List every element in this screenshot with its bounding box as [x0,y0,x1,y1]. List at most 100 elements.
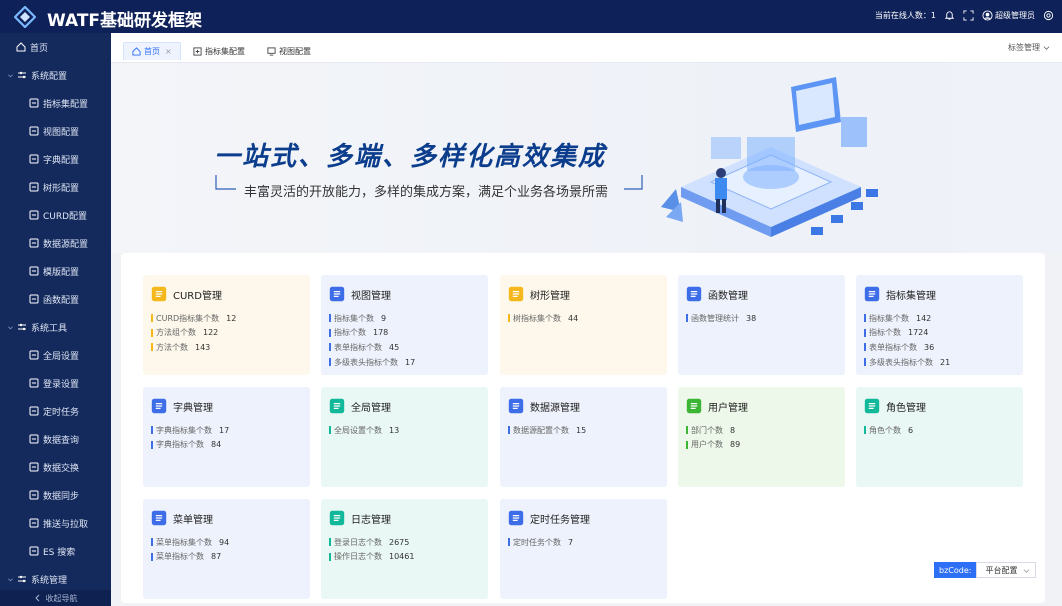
sidebar-group-label: 系统配置 [31,71,68,82]
sidebar-item[interactable]: 树形配置 [0,173,111,201]
stat-label: 定时任务个数 [513,537,561,547]
card-menu[interactable]: 菜单管理菜单指标集个数 94 菜单指标个数 87 [143,499,310,599]
sidebar-item-label: 数据查询 [43,435,80,446]
chevron-down-icon [8,74,13,77]
card-curd[interactable]: CURD管理 CURD指标集个数 12 方法组个数 122 方法个数 143 [143,275,310,375]
sidebar-item[interactable]: 推送与拉取 [0,509,111,537]
close-icon[interactable]: × [165,47,172,56]
view-icon [329,286,345,302]
stat-label: 指标集个数 [334,313,374,323]
card-title: 日志管理 [351,514,391,526]
stat-row: 字典指标集个数 17 [151,423,229,438]
sidebar-item[interactable]: 数据源配置 [0,229,111,257]
stat-label: 字典指标集个数 [156,425,212,435]
sidebar-item-label: 推送与拉取 [43,519,89,530]
top-right-toolbar: 当前在线人数：1 超级管理员 [875,10,1054,21]
stat-label: 树指标集个数 [513,313,561,323]
settings-icon[interactable] [1043,10,1054,21]
card-stats: 菜单指标集个数 94 菜单指标个数 87 [151,535,229,564]
stat-row: 指标个数 1724 [864,326,950,341]
card-dictionary[interactable]: 字典管理 字典指标集个数 17 字典指标个数 84 [143,387,310,487]
data-exchange-icon [29,462,39,472]
card-view[interactable]: 视图管理 指标集个数 9 指标个数 178 表单指标个数 45 多级表头指标个数 17 [321,275,488,375]
sidebar-item-label: ES 搜索 [43,547,76,558]
card-tree[interactable]: 树形管理 树指标集个数 44 [500,275,667,375]
sidebar-group-2[interactable]: 系统管理 [0,565,111,593]
tab-home[interactable]: 首页 × [123,42,181,60]
card-title: CURD管理 [173,290,222,302]
log-icon [329,510,345,526]
stat-value: 36 [924,342,935,352]
sidebar-group-1[interactable]: 系统工具 [0,313,111,341]
stat-label: 数据源配置个数 [513,425,569,435]
user-name: 超级管理员 [995,11,1035,20]
card-title: 视图管理 [351,290,391,302]
stat-row: 指标集个数 9 [329,311,415,326]
sidebar: 首页 系统配置指标集配置 视图配置 字典配置树形配置 CURD配置 数据源配置 模版配置函… [0,33,111,606]
stat-label: 表单指标个数 [334,342,382,352]
bzcode-select[interactable]: 平台配置 [976,562,1037,578]
stat-label: 菜单指标个数 [156,552,204,562]
stat-marker [686,314,688,323]
sidebar-item-label: 树形配置 [43,183,80,194]
bzcode-selector[interactable]: bzCode: 平台配置 [934,562,1037,578]
collapse-icon [34,594,39,602]
tab-management-menu[interactable]: 标签管理 [1008,42,1050,53]
fullscreen-icon[interactable] [963,10,974,21]
stat-marker [508,314,510,323]
tab-indicator-config[interactable]: 指标集配置 [185,42,253,60]
online-users: 当前在线人数：1 [875,10,936,21]
stat-marker [151,426,153,435]
stat-row: 指标个数 178 [329,326,415,341]
platform-illustration [661,77,878,237]
stat-row: 角色个数 6 [864,423,913,438]
stat-label: 指标集个数 [869,313,909,323]
stat-value: 44 [568,313,579,323]
sidebar-item[interactable]: 字典配置 [0,145,111,173]
sidebar-item[interactable]: ES 搜索 [0,537,111,565]
sidebar-item[interactable]: 函数配置 [0,285,111,313]
card-user[interactable]: 用户管理 部门个数 8 用户个数 89 [678,387,845,487]
user-menu[interactable]: 超级管理员 [982,10,1035,21]
home-icon [16,42,26,52]
collapse-nav-button[interactable]: 收起导航 [0,590,111,606]
banner-subtitle: 丰富灵活的开放能力，多样的集成方案，满足个业务各场景所需 [244,185,609,200]
stat-value: 15 [576,425,587,435]
sidebar-item[interactable]: 模版配置 [0,257,111,285]
sidebar-item[interactable]: 定时任务 [0,397,111,425]
stat-row: 指标集个数 142 [864,311,950,326]
card-datasource[interactable]: 数据源管理 数据源配置个数 15 [500,387,667,487]
tab-bar: 首页 × 指标集配置 视图配置 标签管理 [111,33,1062,63]
card-title: 角色管理 [886,402,926,414]
card-scheduled-task[interactable]: 定时任务管理 定时任务个数 7 [500,499,667,599]
stat-marker [151,552,153,561]
sidebar-item[interactable]: 指标集配置 [0,89,111,117]
sidebar-item[interactable]: 全局设置 [0,341,111,369]
tab-view-config[interactable]: 视图配置 [259,42,319,60]
card-header: 菜单管理 [151,510,213,526]
sidebar-item[interactable]: 登录设置 [0,369,111,397]
app-title: WATF基础研发框架 [47,11,203,31]
stat-value: 89 [730,440,741,450]
sidebar-item[interactable]: 数据查询 [0,425,111,453]
settings-list-icon [29,350,39,360]
card-stats: CURD指标集个数 12 方法组个数 122 方法个数 143 [151,311,236,355]
bell-icon[interactable] [944,10,955,21]
stat-row: 部门个数 8 [686,423,740,438]
card-global[interactable]: 全局管理 全局设置个数 13 [321,387,488,487]
sidebar-item[interactable]: 数据同步 [0,481,111,509]
sidebar-item[interactable]: CURD配置 [0,201,111,229]
sidebar-item[interactable]: 视图配置 [0,117,111,145]
sidebar-item-home[interactable]: 首页 [0,33,111,61]
sidebar-item-label: 首页 [30,43,49,54]
card-function[interactable]: 函数管理 函数管理统计 38 [678,275,845,375]
banner-title: 一站式、多端、多样化高效集成 [214,142,607,172]
card-title: 用户管理 [708,402,748,414]
sidebar-group-0[interactable]: 系统配置 [0,61,111,89]
card-indicator-set[interactable]: 指标集管理 指标集个数 142 指标个数 1724 表单指标个数 36 多级表头指标个数 21 [856,275,1023,375]
card-role[interactable]: 角色管理角色个数 6 [856,387,1023,487]
sidebar-item[interactable]: 数据交换 [0,453,111,481]
card-log[interactable]: 日志管理 登录日志个数 2675 操作日志个数 10461 [321,499,488,599]
card-stats: 角色个数 6 [864,423,913,438]
sidebar-item-label: 数据同步 [43,491,80,502]
